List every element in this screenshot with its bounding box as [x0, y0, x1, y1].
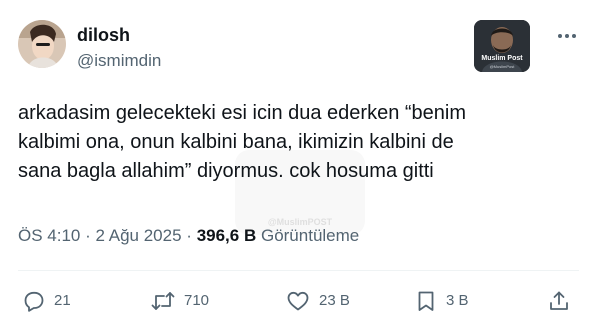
like-count: 23 B [319, 292, 350, 309]
reply-button[interactable]: 21 [22, 288, 71, 314]
display-name[interactable]: dilosh [77, 24, 130, 46]
meta-separator: · [85, 226, 91, 245]
reply-count: 21 [54, 292, 71, 309]
bookmark-count: 3 B [446, 292, 469, 309]
reply-bubble-icon [24, 291, 44, 312]
share-button[interactable] [547, 288, 571, 314]
bookmark-icon [418, 291, 434, 311]
tweet-text: arkadasim gelecekteki esi icin dua ederk… [18, 102, 467, 182]
more-dots-icon[interactable] [555, 26, 579, 46]
tweet-card: @MuslimPOST dilosh @ismimdin Muslim Post… [0, 0, 597, 332]
heart-icon [287, 291, 309, 311]
retweet-button[interactable]: 710 [150, 288, 209, 314]
share-upload-icon [550, 291, 568, 310]
retweet-count: 710 [184, 292, 210, 309]
meta-separator: · [186, 226, 192, 245]
retweet-icon [151, 292, 175, 310]
views-label: Görüntüleme [260, 226, 360, 245]
like-button[interactable]: 23 B [285, 288, 350, 314]
divider [18, 270, 579, 271]
avatar-image [18, 20, 66, 68]
brand-logo: Muslim Post @MuslimPost [474, 20, 530, 72]
brand-sub: @MuslimPost [489, 64, 515, 69]
views-count: 396,6 B [196, 226, 257, 245]
tweet-date[interactable]: 2 Ağu 2025 [96, 226, 182, 245]
tweet-time[interactable]: ÖS 4:10 [18, 226, 80, 245]
brand-label: Muslim Post [481, 55, 523, 62]
bookmark-button[interactable]: 3 B [414, 288, 469, 314]
tweet-meta: ÖS 4:10 · 2 Ağu 2025 · 396,6 B Görüntüle… [18, 225, 359, 247]
user-handle[interactable]: @ismimdin [77, 50, 161, 72]
avatar[interactable] [18, 20, 66, 68]
